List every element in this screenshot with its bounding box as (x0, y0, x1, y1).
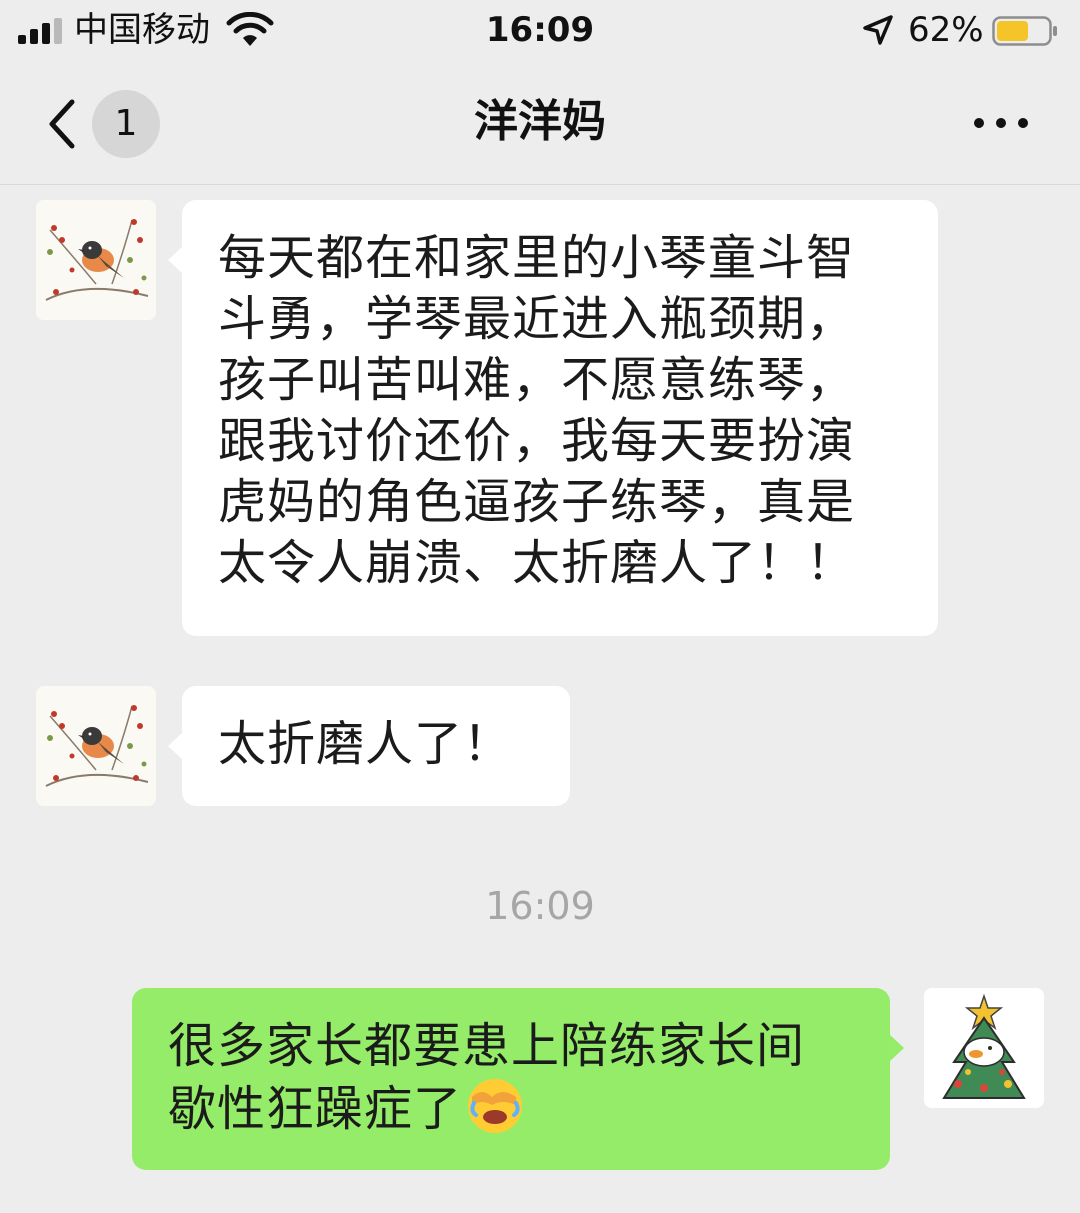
message-timestamp: 16:09 (485, 884, 595, 928)
incoming-message-bubble[interactable]: 每天都在和家里的小琴童斗智 斗勇，学琴最近进入瓶颈期， 孩子叫苦叫难，不愿意练琴… (168, 200, 938, 636)
message-text: 太折磨人了！ (218, 716, 513, 772)
more-dots-icon (1018, 118, 1028, 128)
battery-percent: 62% (908, 10, 984, 50)
bubble-tail (889, 1034, 904, 1062)
facepalm-laughing-emoji-icon (468, 1079, 523, 1133)
christmas-tree-avatar-icon (924, 988, 1044, 1108)
chat-header: 1 洋洋妈 (0, 64, 1080, 185)
bird-avatar-icon (36, 200, 156, 320)
more-dots-icon (974, 118, 984, 128)
message-text: 每天都在和家里的小琴童斗智 斗勇，学琴最近进入瓶颈期， 孩子叫苦叫难，不愿意练琴… (218, 230, 856, 591)
battery-icon (992, 16, 1057, 46)
sender-avatar[interactable] (36, 200, 156, 320)
more-dots-icon (996, 118, 1006, 128)
status-bar: 中国移动 16:09 62% (0, 0, 1080, 64)
incoming-message-bubble[interactable]: 太折磨人了！ (168, 686, 570, 806)
bubble-tail (168, 732, 183, 760)
location-arrow-icon (863, 15, 893, 45)
bubble-tail (168, 246, 183, 274)
message-text-wrap: 很多家长都要患上陪练家长间 歇性狂躁症了 (132, 988, 890, 1140)
bird-avatar-icon (36, 686, 156, 806)
outgoing-message-bubble[interactable]: 很多家长都要患上陪练家长间 歇性狂躁症了 (132, 988, 904, 1170)
chat-title: 洋洋妈 (474, 96, 606, 147)
sender-avatar[interactable] (36, 686, 156, 806)
more-button[interactable] (966, 104, 1036, 140)
my-avatar[interactable] (924, 988, 1044, 1108)
